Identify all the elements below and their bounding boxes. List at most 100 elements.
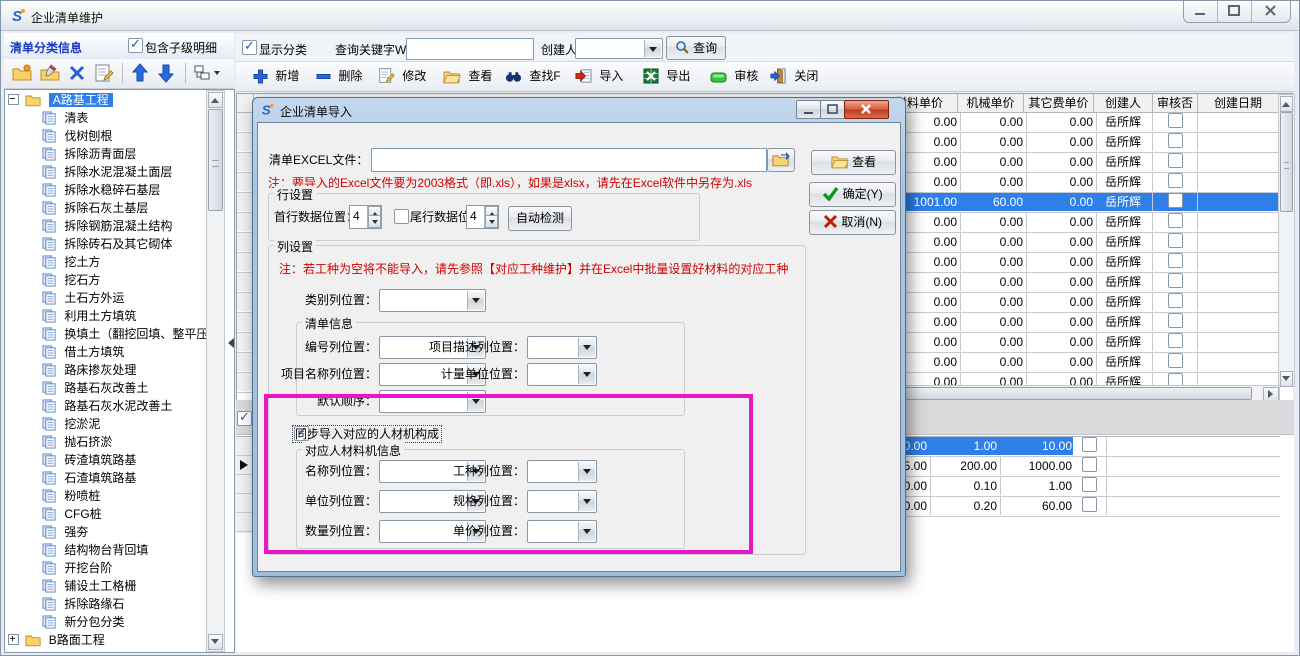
tree-item-label[interactable]: 土石方外运 [64,291,124,305]
tree-item-label[interactable]: 拆除砖石及其它砌体 [64,237,172,251]
delete-button[interactable]: 删除 [316,64,362,88]
expand-icon[interactable] [8,634,19,645]
tree-item-label[interactable]: 清表 [64,111,88,125]
tree-item[interactable]: 土石方外运 [42,289,124,307]
sync-import-label[interactable]: 同步导入对应的人材机构成 [293,426,441,442]
audit-checkbox[interactable] [1168,353,1183,368]
tree-item-label[interactable]: 路床掺灰处理 [64,363,136,377]
tree-item[interactable]: 抛石挤淤 [42,433,112,451]
tree-item[interactable]: 路基石灰水泥改善土 [42,397,172,415]
search-button[interactable]: 查询 [666,36,726,60]
main-material-checkbox[interactable] [1082,437,1097,452]
move-up-button[interactable] [131,63,149,83]
col-other-price[interactable]: 其它费单价 [1024,94,1094,113]
tree-item-label[interactable]: 挖石方 [64,273,100,287]
tree-item-label[interactable]: 借土方填筑 [64,345,124,359]
audit-checkbox[interactable] [1168,173,1183,188]
desc-col-select[interactable] [527,336,597,359]
export-button[interactable]: 导出 [643,64,690,88]
tree-item[interactable]: 结构物台背回填 [42,541,148,559]
tree-item-label[interactable]: 开挖台阶 [64,561,112,575]
close-button[interactable] [1252,1,1290,22]
audit-checkbox[interactable] [1168,113,1183,128]
audit-checkbox[interactable] [1168,253,1183,268]
unit-col-select[interactable] [527,363,597,386]
tree-item-label[interactable]: 路基石灰改善土 [64,381,148,395]
tree-item-label[interactable]: 石渣填筑路基 [64,471,136,485]
tree-item[interactable]: 铺设土工格栅 [42,577,136,595]
tree-item[interactable]: 拆除沥青面层 [42,145,136,163]
table-row[interactable]: 0.00 1.00 10.00 [855,437,1280,457]
worktype-col-select[interactable] [527,460,597,483]
tree-item[interactable]: 拆除石灰土基层 [42,199,148,217]
move-down-button[interactable] [157,63,175,83]
audit-checkbox[interactable] [1168,233,1183,248]
scroll-thumb[interactable] [208,109,223,211]
cancel-button[interactable]: 取消(N) [809,210,896,235]
tree-item-label[interactable]: 强夯 [64,525,88,539]
excel-file-input[interactable] [371,148,767,172]
delete-node-button[interactable] [68,64,86,82]
tree-item-label[interactable]: 新分包分类 [64,615,124,629]
audit-checkbox[interactable] [1168,293,1183,308]
edit-folder-button[interactable] [40,64,60,82]
tree-item-label[interactable]: 铺设土工格栅 [64,579,136,593]
modify-button[interactable]: 修改 [378,64,426,88]
tree-item-label[interactable]: 换填土（翻挖回填、整平压 [64,327,208,341]
dialog-minimize-button[interactable] [796,100,821,119]
tree-item[interactable]: 新分包分类 [42,613,124,631]
include-children-checkbox[interactable] [128,38,143,53]
tree-scrollbar[interactable] [206,90,225,652]
scroll-thumb[interactable] [1280,112,1293,212]
levels-dropdown-arrow[interactable] [214,71,220,78]
tree-item-label[interactable]: 路基石灰水泥改善土 [64,399,172,413]
scroll-down-button[interactable] [1280,371,1293,387]
new-folder-button[interactable] [12,64,32,82]
tree-item-label[interactable]: 结构物台背回填 [64,543,148,557]
find-button[interactable]: 查找F [505,64,561,88]
first-row-spinner[interactable]: 4 [349,205,382,229]
tree-item-label[interactable]: 挖土方 [64,255,100,269]
tail-row-spinner[interactable]: 4 [466,205,499,229]
table-row[interactable]: 5.00 200.00 1000.00 [855,457,1280,477]
ok-button[interactable]: 确定(Y) [809,182,896,207]
audit-checkbox[interactable] [1168,333,1183,348]
audit-checkbox[interactable] [1168,133,1183,148]
price-table-vscrollbar[interactable] [1278,94,1295,387]
scroll-down-button[interactable] [208,634,223,650]
spin-down-button[interactable] [368,215,381,228]
col-machine-price[interactable]: 机械单价 [958,94,1024,113]
audit-checkbox[interactable] [1168,153,1183,168]
tree-item[interactable]: 拆除砖石及其它砌体 [42,235,172,253]
browse-file-button[interactable] [767,148,795,172]
tree-item[interactable]: 石渣填筑路基 [42,469,136,487]
tree-item[interactable]: 路床掺灰处理 [42,361,136,379]
creator-dropdown-button[interactable] [644,40,661,57]
order-col-select[interactable] [379,390,486,413]
tree-levels-button[interactable] [193,64,211,82]
maximize-button[interactable] [1218,1,1252,22]
audit-checkbox[interactable] [1168,193,1183,208]
tree-bottom-root-label[interactable]: B路面工程 [49,633,105,647]
spec-col-select[interactable] [527,490,597,513]
scroll-right-button[interactable] [1263,387,1279,401]
tree-item-label[interactable]: 拆除钢筋混凝土结构 [64,219,172,233]
dialog-view-button[interactable]: 查看 [811,150,896,175]
tree-item[interactable]: 粉喷桩 [42,487,100,505]
spin-down-button[interactable] [485,215,498,228]
tree-item[interactable]: 换填土（翻挖回填、整平压 [42,325,208,343]
view-button[interactable]: 查看 [443,64,492,88]
show-category-checkbox[interactable] [242,40,257,55]
tree-item[interactable]: 砖渣填筑路基 [42,451,136,469]
tree-item[interactable]: 挖石方 [42,271,100,289]
import-button[interactable]: 导入 [575,64,623,88]
tree-item[interactable]: 挖淤泥 [42,415,100,433]
col-audited[interactable]: 审核否 [1153,94,1198,113]
minimize-button[interactable] [1184,1,1218,22]
tree-item-label[interactable]: 伐树刨根 [64,129,112,143]
table-row[interactable]: 0.00 0.20 60.00 [855,497,1280,517]
rename-node-button[interactable] [94,63,114,83]
tree-item[interactable]: 挖土方 [42,253,100,271]
dialog-close-button[interactable] [844,100,889,119]
col-creator[interactable]: 创建人 [1094,94,1153,113]
